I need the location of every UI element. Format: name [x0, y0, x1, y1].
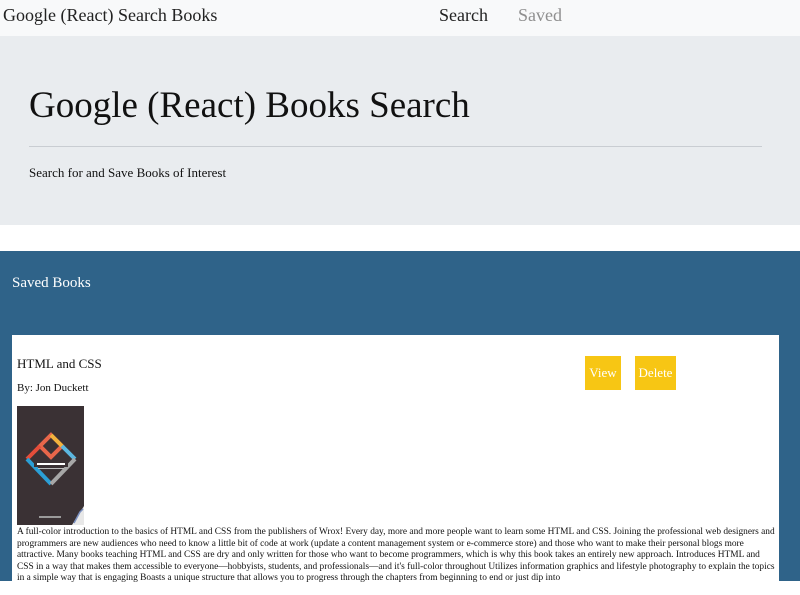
book-description: A full-color introduction to the basics … [17, 527, 775, 583]
nav-link-search[interactable]: Search [439, 5, 488, 26]
divider [29, 146, 762, 147]
book-author: By: Jon Duckett [17, 382, 89, 394]
book-cover-image[interactable] [17, 406, 84, 525]
book-card: HTML and CSS By: Jon Duckett View Delete [12, 335, 779, 595]
saved-books-heading: Saved Books [12, 275, 91, 291]
delete-button[interactable]: Delete [635, 356, 676, 390]
nav-link-saved[interactable]: Saved [518, 5, 562, 26]
page-subtitle: Search for and Save Books of Interest [29, 165, 227, 180]
saved-books-panel: Saved Books HTML and CSS By: Jon Duckett… [0, 251, 800, 595]
page-title: Google (React) Books Search [29, 85, 470, 126]
jumbotron: Google (React) Books Search Search for a… [0, 36, 800, 225]
navbar-brand[interactable]: Google (React) Search Books [3, 5, 217, 26]
book-title: HTML and CSS [17, 356, 102, 371]
view-button[interactable]: View [585, 356, 621, 390]
navbar: Google (React) Search Books Search Saved [0, 0, 800, 36]
